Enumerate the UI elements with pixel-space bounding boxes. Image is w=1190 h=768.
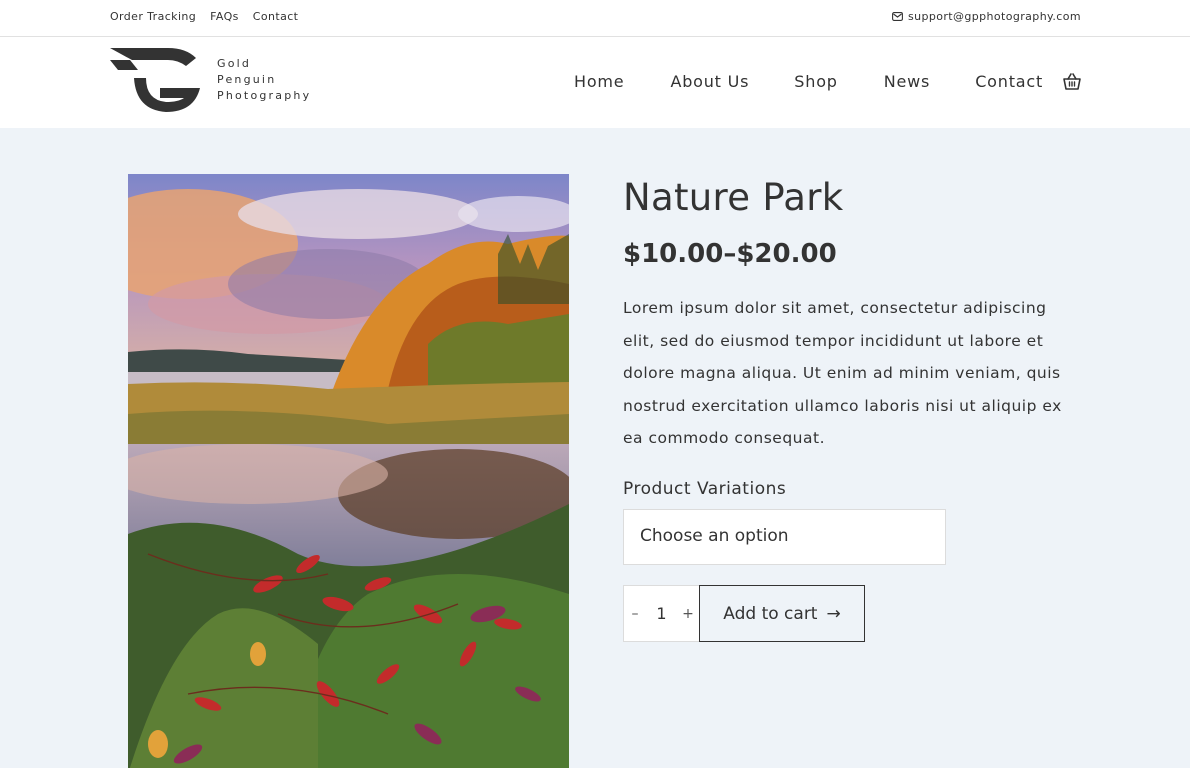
brand-line-penguin: Penguin [217,73,277,86]
add-to-cart-button[interactable]: Add to cart → [699,585,865,642]
nav-home[interactable]: Home [574,72,624,91]
product-image[interactable] [128,174,569,768]
product-price: $10.00–$20.00 [623,239,837,269]
faqs-link[interactable]: FAQs [210,10,239,23]
product-title: Nature Park [623,176,844,219]
product-variations-label: Product Variations [623,479,787,499]
quantity-increase-button[interactable]: + [677,606,699,622]
variation-select[interactable]: Choose an option [623,509,946,565]
top-contact-link[interactable]: Contact [253,10,299,23]
order-tracking-link[interactable]: Order Tracking [110,10,196,23]
add-to-cart-label: Add to cart [723,603,818,624]
quantity-stepper[interactable]: – 1 + [623,585,700,642]
brand-name: Gold Penguin Photography [217,56,311,104]
support-email-text: support@gpphotography.com [907,10,1081,23]
top-bar: Order Tracking FAQs Contact support@gpph… [0,0,1190,37]
nav-contact[interactable]: Contact [975,72,1043,91]
quantity-decrease-button[interactable]: – [624,606,646,622]
support-email[interactable]: support@gpphotography.com [891,10,1081,23]
variation-select-value: Choose an option [640,526,789,546]
brand-logo-icon[interactable] [110,48,202,116]
brand-line-gold: Gold [217,57,252,70]
brand-line-photography: Photography [217,89,312,102]
nav-shop[interactable]: Shop [794,72,837,91]
site-header: Gold Penguin Photography Home About Us S… [0,37,1190,128]
quantity-value[interactable]: 1 [646,604,677,623]
main-nav: Home About Us Shop News Contact [574,72,1043,91]
product-description: Lorem ipsum dolor sit amet, consectetur … [623,299,1062,447]
top-links: Order Tracking FAQs Contact [110,10,298,23]
nav-news[interactable]: News [884,72,930,91]
mail-icon [891,12,903,21]
nav-about-us[interactable]: About Us [670,72,749,91]
cart-basket-icon[interactable] [1062,72,1082,92]
arrow-right-icon: → [826,603,841,624]
